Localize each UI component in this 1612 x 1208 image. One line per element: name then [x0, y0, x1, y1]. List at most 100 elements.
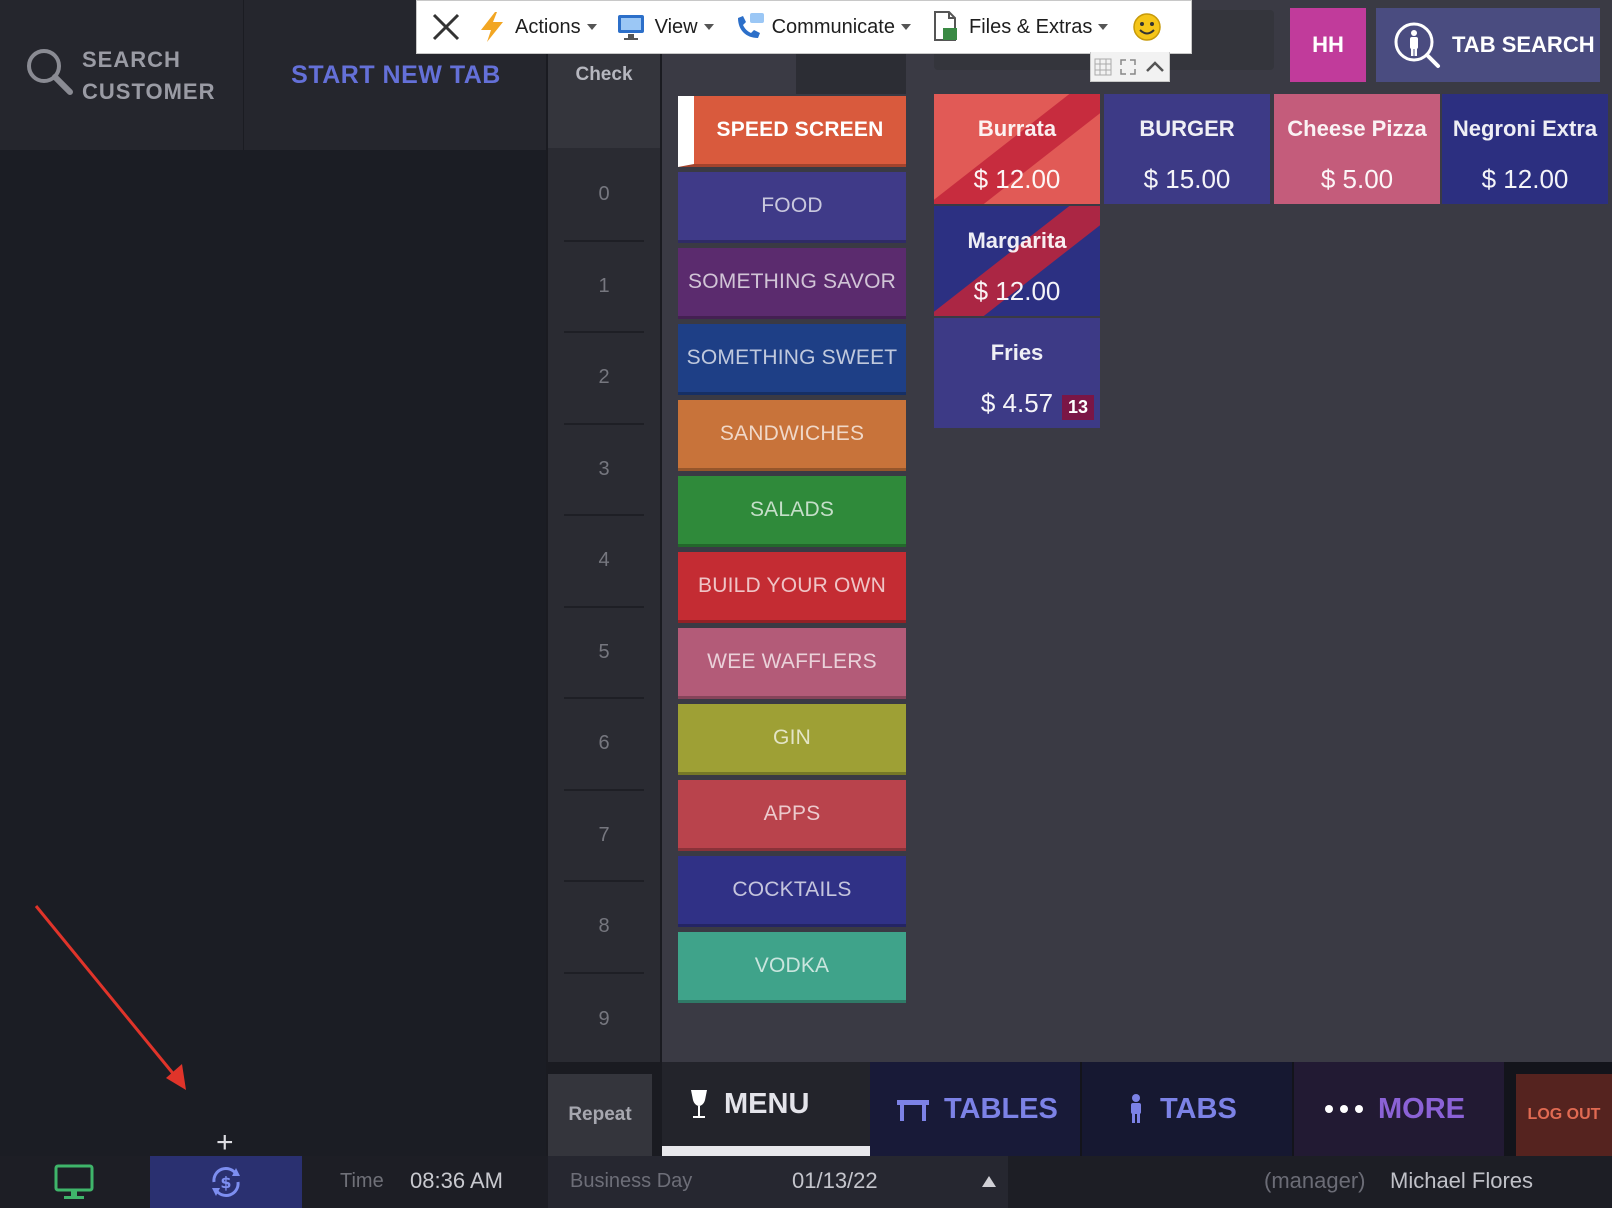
menu-item-name: Burrata — [977, 116, 1057, 141]
view-menu[interactable]: View — [615, 0, 714, 54]
menu-item-name: Cheese Pizza — [1287, 116, 1427, 141]
chevron-down-icon — [900, 24, 911, 30]
menu-item-burger[interactable]: BURGER $ 15.00 — [1104, 94, 1270, 204]
person-icon — [1131, 1094, 1141, 1123]
grid-icon[interactable] — [1094, 58, 1112, 76]
wine-glass-icon — [691, 1090, 707, 1118]
close-icon — [432, 13, 460, 41]
business-day-value: 01/13/22 — [792, 1168, 878, 1193]
check-number-1[interactable]: 1 — [564, 242, 644, 333]
search-customer-button[interactable]: SEARCH CUSTOMER — [0, 0, 244, 150]
toolbar-sub-controls — [1090, 52, 1170, 82]
menu-item-name: BURGER — [1139, 116, 1235, 141]
category-build-your-own[interactable]: BUILD YOUR OWN — [678, 552, 906, 623]
tab-tables-label: TABLES — [944, 1092, 1058, 1125]
monitor-icon[interactable] — [52, 1164, 96, 1202]
category-sandwiches[interactable]: SANDWICHES — [678, 400, 906, 471]
communicate-label: Communicate — [771, 15, 895, 38]
tab-menu[interactable]: MENU — [662, 1062, 870, 1156]
menu-item-name: Fries — [990, 340, 1044, 365]
menu-item-price: $ 12.00 — [973, 276, 1061, 306]
tab-more-label: MORE — [1378, 1092, 1465, 1125]
svg-text:$: $ — [220, 1173, 231, 1192]
check-heading[interactable]: Check — [548, 48, 660, 148]
menu-item-price: $ 5.00 — [1320, 164, 1394, 194]
lightning-icon — [481, 12, 503, 42]
menu-item-name: Margarita — [967, 228, 1067, 253]
category-salads[interactable]: SALADS — [678, 476, 906, 547]
category-cocktails[interactable]: COCKTAILS — [678, 856, 906, 927]
check-number-3[interactable]: 3 — [564, 425, 644, 516]
category-gin[interactable]: GIN — [678, 704, 906, 775]
annotation-arrow — [34, 905, 186, 1090]
category-food[interactable]: FOOD — [678, 172, 906, 243]
files-extras-menu[interactable]: Files & Extras — [929, 0, 1109, 54]
repeat-button[interactable]: Repeat — [548, 1074, 652, 1156]
actions-label: Actions — [515, 15, 581, 38]
chevron-down-icon — [1098, 24, 1109, 30]
check-column: Check 0123456789 — [548, 0, 660, 1062]
file-icon — [933, 11, 957, 41]
scroll-control[interactable] — [796, 48, 906, 94]
menu-item-fries[interactable]: Fries $ 4.57 13 — [934, 318, 1100, 428]
check-number-5[interactable]: 5 — [564, 608, 644, 699]
category-wee-wafflers[interactable]: WEE WAFFLERS — [678, 628, 906, 699]
menu-item-price: $ 12.00 — [1481, 164, 1569, 194]
check-number-8[interactable]: 8 — [564, 882, 644, 974]
close-button[interactable] — [417, 0, 475, 54]
category-list: SPEED SCREEN FOOD SOMETHING SAVOR SOMETHING… — [678, 96, 906, 1008]
smiley-icon[interactable] — [1132, 12, 1162, 42]
check-number-6[interactable]: 6 — [564, 699, 644, 791]
search-customer-label: SEARCH CUSTOMER — [82, 47, 216, 104]
category-apps[interactable]: APPS — [678, 780, 906, 851]
menu-item-margarita[interactable]: Margarita $ 12.00 — [934, 206, 1100, 316]
bottom-nav: MENU TABLES TABS MORE LOG OUT — [662, 1062, 1612, 1156]
status-bar: $ Time 08:36 AM Business Day 01/13/22 (m… — [0, 1156, 1612, 1208]
tab-search-label: TAB SEARCH — [1452, 32, 1595, 57]
chevron-down-icon — [586, 24, 597, 30]
menu-item-name: Negroni Extra — [1452, 116, 1598, 141]
sync-dollar-icon: $ — [212, 1167, 240, 1197]
check-number-7[interactable]: 7 — [564, 791, 644, 882]
user-name: Michael Flores — [1390, 1168, 1534, 1193]
check-number-9[interactable]: 9 — [564, 974, 644, 1066]
search-icon — [27, 49, 73, 95]
menu-item-price: $ 15.00 — [1143, 164, 1231, 194]
category-something-savor[interactable]: SOMETHING SAVOR — [678, 248, 906, 319]
category-speed-screen[interactable]: SPEED SCREEN — [678, 96, 906, 167]
menu-item-price: $ 12.00 — [973, 164, 1061, 194]
tab-tables[interactable]: TABLES — [870, 1062, 1080, 1156]
check-number-2[interactable]: 2 — [564, 333, 644, 425]
tab-tabs-label: TABS — [1160, 1092, 1237, 1125]
category-something-sweet[interactable]: SOMETHING SWEET — [678, 324, 906, 395]
sync-button[interactable]: $ — [150, 1156, 302, 1208]
person-search-icon — [1394, 22, 1440, 68]
menu-item-cheese-pizza[interactable]: Cheese Pizza $ 5.00 — [1274, 94, 1440, 204]
check-number-0[interactable]: 0 — [564, 150, 644, 242]
actions-menu[interactable]: Actions — [475, 0, 597, 54]
monitor-icon — [617, 15, 644, 40]
remote-toolbar: Actions View Communicate Files & Extras — [416, 0, 1192, 54]
chevron-down-icon — [703, 24, 714, 30]
menu-item-burrata[interactable]: Burrata $ 12.00 — [934, 94, 1100, 204]
more-dots-icon — [1325, 1105, 1363, 1113]
menu-item-negroni-extra[interactable]: Negroni Extra $ 12.00 — [1442, 94, 1608, 204]
phone-chat-icon — [737, 13, 764, 38]
check-number-4[interactable]: 4 — [564, 516, 644, 608]
tab-more[interactable]: MORE — [1294, 1062, 1504, 1156]
tab-search-button[interactable]: TAB SEARCH — [1376, 8, 1600, 82]
logout-button[interactable]: LOG OUT — [1516, 1074, 1612, 1156]
caret-up-icon[interactable] — [982, 1176, 996, 1187]
happy-hour-button[interactable]: HH — [1290, 8, 1366, 82]
table-icon — [897, 1100, 929, 1121]
check-number-list: 0123456789 — [564, 150, 644, 1065]
chevron-up-icon[interactable] — [1144, 58, 1166, 76]
tab-menu-label: MENU — [724, 1087, 810, 1120]
category-vodka[interactable]: VODKA — [678, 932, 906, 1003]
fullscreen-icon[interactable] — [1119, 58, 1137, 76]
files-extras-label: Files & Extras — [968, 15, 1093, 38]
tab-tabs[interactable]: TABS — [1082, 1062, 1292, 1156]
view-label: View — [654, 15, 698, 38]
plus-icon[interactable]: + — [216, 1126, 234, 1160]
communicate-menu[interactable]: Communicate — [732, 0, 911, 54]
